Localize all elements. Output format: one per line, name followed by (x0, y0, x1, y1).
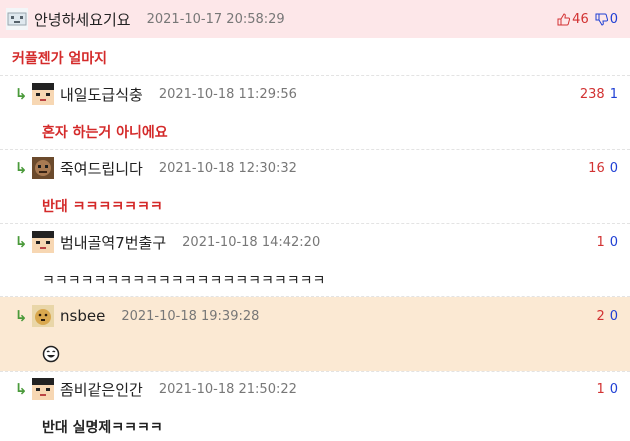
comment-list: 안녕하세요기요 2021-10-17 20:58:29 46 0 커플젠가 얼마… (0, 0, 630, 441)
reply-arrow-icon: ↳ (14, 86, 28, 103)
avatar[interactable] (32, 83, 54, 105)
author-nick[interactable]: 안녕하세요기요 (34, 9, 131, 30)
avatar[interactable] (32, 157, 54, 179)
author-nick[interactable]: 죽여드립니다 (60, 158, 143, 179)
avatar[interactable] (32, 231, 54, 253)
post-date: 2021-10-18 14:42:20 (182, 234, 321, 250)
reply-text: 반대 실명제ㅋㅋㅋㅋ (42, 420, 163, 436)
laughing-emoji-icon (42, 345, 60, 363)
reply-arrow-icon: ↳ (14, 381, 28, 398)
reply-votes: 16 0 (588, 161, 618, 176)
downvote-count: 0 (609, 12, 618, 27)
reply-header: ↳ 범내골역7번출구 2021-10-18 14:42:20 (10, 231, 320, 253)
post-header: 안녕하세요기요 2021-10-17 20:58:29 (6, 8, 285, 30)
downvote-count: 0 (609, 382, 618, 397)
reply-text: 반대 ㅋㅋㅋㅋㅋㅋㅋ (42, 199, 163, 215)
reply-text: 혼자 하는거 아니에요 (42, 125, 168, 141)
reply-header: ↳ 좀비같은인간 2021-10-18 21:50:22 (10, 378, 297, 400)
post-date: 2021-10-18 21:50:22 (158, 381, 297, 397)
reply-arrow-icon: ↳ (14, 234, 28, 251)
author-nick[interactable]: 내일도급식충 (60, 84, 143, 105)
post-text: 커플젠가 얼마지 (12, 51, 108, 67)
thumbs-down-icon[interactable] (595, 13, 608, 26)
post-date: 2021-10-18 12:30:32 (158, 160, 297, 176)
reply-votes: 238 1 (580, 87, 618, 102)
avatar[interactable] (32, 305, 54, 327)
reply-header: ↳ 죽여드립니다 2021-10-18 12:30:32 (10, 157, 297, 179)
author-nick[interactable]: 범내골역7번출구 (60, 232, 166, 253)
reply-text: ㅋㅋㅋㅋㅋㅋㅋㅋㅋㅋㅋㅋㅋㅋㅋㅋㅋㅋㅋㅋㅋㅋ (42, 273, 326, 289)
post-date: 2021-10-18 19:39:28 (121, 308, 260, 324)
avatar[interactable] (6, 8, 28, 30)
divider (0, 75, 630, 76)
upvote-count: 1 (596, 382, 605, 397)
upvote-count: 1 (596, 235, 605, 250)
downvote-count: 0 (609, 309, 618, 324)
reply-header: ↳ nsbee 2021-10-18 19:39:28 (10, 305, 259, 327)
reply-arrow-icon: ↳ (14, 160, 28, 177)
post-votes: 46 0 (557, 12, 618, 27)
author-nick[interactable]: nsbee (60, 307, 105, 325)
downvote-count: 0 (609, 235, 618, 250)
post-date: 2021-10-18 11:29:56 (158, 86, 297, 102)
divider (0, 371, 630, 372)
reply-votes: 2 0 (596, 309, 618, 324)
reply-arrow-icon: ↳ (14, 308, 28, 325)
post-date: 2021-10-17 20:58:29 (146, 11, 285, 27)
divider (0, 223, 630, 224)
avatar[interactable] (32, 378, 54, 400)
reply-votes: 1 0 (596, 382, 618, 397)
upvote-count: 16 (588, 161, 605, 176)
upvote-count: 238 (579, 87, 605, 102)
author-nick[interactable]: 좀비같은인간 (60, 379, 143, 400)
upvote-count: 2 (596, 309, 605, 324)
downvote-count: 1 (609, 87, 618, 102)
thumbs-up-icon[interactable] (557, 13, 571, 26)
reply-header: ↳ 내일도급식충 2021-10-18 11:29:56 (10, 83, 297, 105)
reply-votes: 1 0 (596, 235, 618, 250)
downvote-count: 0 (609, 161, 618, 176)
divider (0, 149, 630, 150)
upvote-count: 46 (572, 12, 589, 27)
